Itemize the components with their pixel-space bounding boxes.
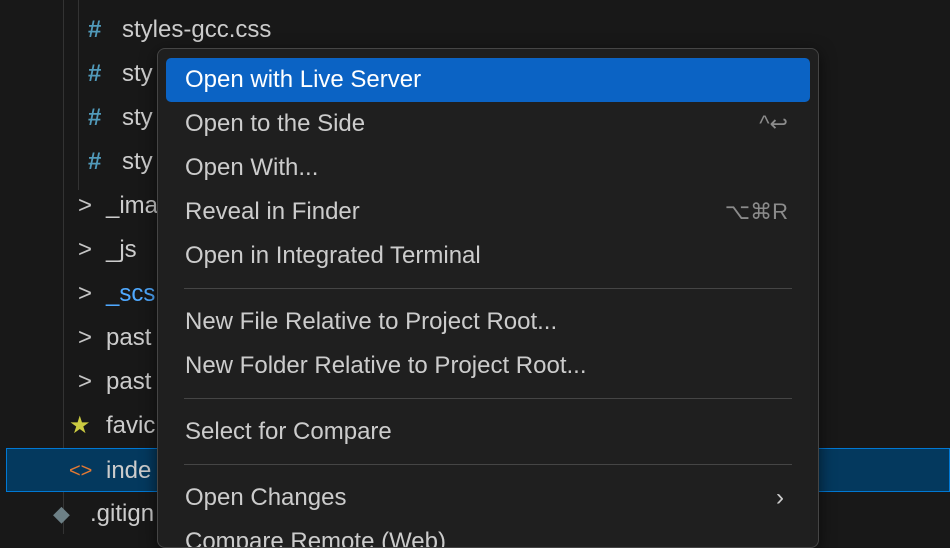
tree-item-label: .gitign <box>90 500 155 527</box>
context-menu: Open with Live Server Open to the Side ^… <box>157 48 819 548</box>
html-code-icon: <> <box>69 460 93 482</box>
menu-item-label: Open With... <box>185 154 319 181</box>
star-icon: ★ <box>69 412 91 439</box>
tree-item-label: past <box>106 324 152 351</box>
menu-item-open-with[interactable]: Open With... <box>166 146 810 190</box>
menu-item-open-to-side[interactable]: Open to the Side ^↩ <box>166 102 810 146</box>
keyboard-shortcut: ^↩ <box>759 111 788 136</box>
chevron-right-icon[interactable]: > <box>78 272 92 316</box>
keyboard-shortcut: ⌥⌘R <box>724 199 788 224</box>
tree-item-label: favic <box>106 412 156 439</box>
menu-item-open-in-terminal[interactable]: Open in Integrated Terminal <box>166 234 810 278</box>
tree-item-label: sty <box>122 104 153 131</box>
menu-item-label: Open in Integrated Terminal <box>185 242 481 269</box>
menu-item-new-file-relative[interactable]: New File Relative to Project Root... <box>166 300 810 344</box>
tree-item-styles-gcc-css[interactable]: # styles-gcc.css <box>0 8 950 52</box>
chevron-right-icon: › <box>776 484 784 511</box>
menu-separator <box>184 288 792 289</box>
menu-item-label: Open with Live Server <box>185 66 422 93</box>
css-file-icon: # <box>88 104 102 131</box>
tree-item-label: sty <box>122 60 153 87</box>
menu-item-label: New File Relative to Project Root... <box>185 308 558 335</box>
menu-item-label: Reveal in Finder <box>185 198 360 225</box>
menu-item-label: Compare Remote (Web) <box>185 528 446 548</box>
tree-item-label: inde <box>106 457 152 484</box>
menu-item-new-folder-relative[interactable]: New Folder Relative to Project Root... <box>166 344 810 388</box>
menu-separator <box>184 464 792 465</box>
menu-item-label: Open Changes <box>185 484 347 511</box>
tree-item-label: _ima <box>106 192 159 219</box>
css-file-icon: # <box>88 60 102 87</box>
tree-item-label: past <box>106 368 152 395</box>
menu-item-open-changes[interactable]: Open Changes › <box>166 476 810 520</box>
css-file-icon: # <box>88 16 102 43</box>
menu-item-reveal-in-finder[interactable]: Reveal in Finder ⌥⌘R <box>166 190 810 234</box>
chevron-right-icon[interactable]: > <box>78 360 92 404</box>
menu-item-label: New Folder Relative to Project Root... <box>185 352 587 379</box>
chevron-right-icon[interactable]: > <box>78 228 92 272</box>
menu-item-compare-remote[interactable]: Compare Remote (Web) <box>166 520 810 548</box>
git-icon: ◆ <box>53 501 70 526</box>
menu-separator <box>184 398 792 399</box>
menu-item-open-with-live-server[interactable]: Open with Live Server <box>166 58 810 102</box>
css-file-icon: # <box>88 148 102 175</box>
menu-item-label: Open to the Side <box>185 110 366 137</box>
tree-item-label: _js <box>106 236 137 263</box>
menu-item-select-for-compare[interactable]: Select for Compare <box>166 410 810 454</box>
menu-item-label: Select for Compare <box>185 418 392 445</box>
chevron-right-icon[interactable]: > <box>78 184 92 228</box>
tree-item-label: sty <box>122 148 153 175</box>
tree-item-label: styles-gcc.css <box>122 16 272 43</box>
tree-item-label: _scs <box>106 280 156 307</box>
chevron-right-icon[interactable]: > <box>78 316 92 360</box>
